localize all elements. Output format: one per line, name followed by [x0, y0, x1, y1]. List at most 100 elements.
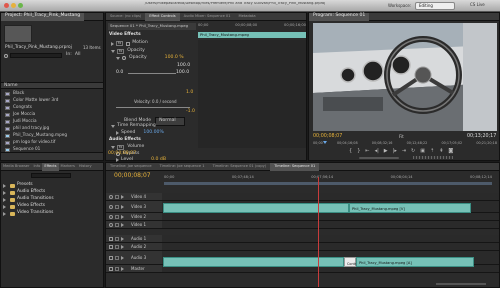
- name-column-header[interactable]: Name: [1, 82, 103, 89]
- lock-icon[interactable]: [115, 222, 119, 227]
- project-list-item[interactable]: phil and tracy.jpg: [1, 125, 103, 132]
- ec-opacity-row[interactable]: fx Opacity: [111, 49, 145, 55]
- speed-value[interactable]: 100.00%: [143, 130, 163, 136]
- tab-program[interactable]: Program: Sequence 01: [309, 12, 370, 21]
- expand-arrow-icon[interactable]: [3, 204, 6, 209]
- timeline-zoom-slider[interactable]: [436, 283, 486, 285]
- eye-icon[interactable]: [109, 222, 113, 227]
- expand-arrow-icon[interactable]: [3, 183, 6, 188]
- blend-mode-select[interactable]: Normal: [155, 117, 186, 126]
- audio-clip-a3-left[interactable]: [163, 257, 344, 267]
- tab-effect-controls[interactable]: Effect Controls: [145, 12, 180, 21]
- extract-icon[interactable]: ⇞: [439, 149, 443, 154]
- tab-timeline-sequence-01[interactable]: Timeline: Sequence 01: [270, 162, 320, 171]
- go-to-in-icon[interactable]: ⇤: [365, 149, 369, 154]
- go-to-out-icon[interactable]: ⇥: [402, 149, 406, 154]
- loop-icon[interactable]: ↻: [411, 149, 415, 154]
- eye-icon[interactable]: [109, 204, 113, 209]
- track-header[interactable]: Audio 1: [106, 235, 162, 242]
- play-icon[interactable]: ▶: [384, 149, 388, 154]
- expand-arrow-icon[interactable]: [121, 244, 124, 249]
- lock-icon[interactable]: [115, 204, 119, 209]
- tab-timeline-joe[interactable]: Timeline: Joe sequence: [106, 163, 156, 171]
- project-list-item[interactable]: Phil_Tracy_Mustang.mpeg: [1, 132, 103, 139]
- track-header[interactable]: Audio 3: [106, 251, 162, 264]
- project-list-item[interactable]: Black: [1, 90, 103, 97]
- step-back-icon[interactable]: ◂|: [375, 149, 379, 154]
- in-filter-select[interactable]: All: [75, 53, 81, 58]
- effects-folder[interactable]: Video Transitions: [3, 210, 103, 217]
- cs-live-button[interactable]: CS Live: [470, 3, 485, 7]
- expand-arrow-icon[interactable]: [111, 50, 115, 54]
- expand-arrow-icon[interactable]: [3, 211, 6, 216]
- track-lane[interactable]: [162, 243, 499, 250]
- project-list-item[interactable]: Color Matte lower 3rd: [1, 97, 103, 104]
- minimize-window-button[interactable]: [11, 3, 16, 8]
- ec-motion-row[interactable]: fx Motion: [111, 41, 148, 47]
- lock-icon[interactable]: [115, 266, 119, 271]
- speaker-icon[interactable]: [109, 255, 113, 260]
- expand-arrow-icon[interactable]: [121, 194, 124, 199]
- playhead-line[interactable]: [318, 177, 319, 287]
- expand-arrow-icon[interactable]: [121, 204, 124, 209]
- program-timecode-left[interactable]: 00;00;08;07: [313, 134, 342, 140]
- audio-clip-a3-pre[interactable]: Contr: [344, 257, 356, 267]
- tab-effects[interactable]: Effects: [42, 162, 59, 171]
- track-header[interactable]: Audio 2: [106, 243, 162, 250]
- effects-search-input[interactable]: [31, 173, 71, 178]
- close-window-button[interactable]: [4, 3, 9, 8]
- tab-info[interactable]: Info: [32, 163, 43, 171]
- lock-icon[interactable]: [115, 194, 119, 199]
- track-lane[interactable]: [162, 193, 499, 200]
- project-list-item[interactable]: pm logo for video.tif: [1, 139, 103, 146]
- project-search-input[interactable]: [10, 53, 62, 58]
- expand-arrow-icon[interactable]: [111, 146, 115, 150]
- expand-arrow-icon[interactable]: [121, 266, 124, 271]
- mark-out-button[interactable]: }: [357, 149, 360, 154]
- fx-badge-icon[interactable]: fx: [117, 49, 125, 55]
- fx-badge-icon[interactable]: fx: [117, 145, 125, 151]
- lock-icon[interactable]: [115, 244, 119, 249]
- timeline-timecode[interactable]: 00;00;08;07: [114, 173, 151, 179]
- expand-arrow-icon[interactable]: [116, 56, 120, 60]
- shuttle-slider[interactable]: [359, 156, 399, 159]
- speaker-icon[interactable]: [109, 244, 113, 249]
- track-lane[interactable]: [162, 213, 499, 220]
- tab-project[interactable]: Project: Phil_Tracy_Pink_Mustang: [1, 12, 85, 21]
- jog-wheel[interactable]: [413, 156, 453, 159]
- tab-markers[interactable]: Markers: [59, 163, 77, 171]
- ec-timecode[interactable]: 00;00;08;07: [108, 151, 136, 157]
- lock-icon[interactable]: [115, 214, 119, 219]
- expand-arrow-icon[interactable]: [111, 124, 115, 128]
- audio-clip-a3[interactable]: Phil_Tracy_Mustang.mpeg [A]: [356, 257, 474, 267]
- speaker-icon[interactable]: [109, 236, 113, 241]
- expand-arrow-icon[interactable]: [121, 214, 124, 219]
- tab-history[interactable]: History: [77, 163, 94, 171]
- fx-badge-icon[interactable]: fx: [116, 41, 124, 47]
- track-header[interactable]: Video 3: [106, 201, 162, 212]
- tab-timeline-copy[interactable]: Timeline: Sequence 01 (copy): [209, 163, 271, 171]
- effects-folder[interactable]: Presets: [3, 182, 103, 189]
- lock-icon[interactable]: [115, 255, 119, 260]
- expand-arrow-icon[interactable]: [121, 255, 124, 260]
- track-lane[interactable]: [162, 235, 499, 242]
- tab-audio-mixer[interactable]: Audio Mixer: Sequence 01: [180, 13, 235, 21]
- effects-folder[interactable]: Audio Transitions: [3, 196, 103, 203]
- project-list-item[interactable]: Joe Moccia: [1, 111, 103, 118]
- effects-folder[interactable]: Audio Effects: [3, 189, 103, 196]
- project-list-item[interactable]: Judi Moccia: [1, 118, 103, 125]
- safe-margins-icon[interactable]: ▣: [420, 149, 425, 154]
- expand-arrow-icon[interactable]: [3, 190, 6, 195]
- opacity-value[interactable]: 100.0 %: [165, 55, 184, 61]
- volume-row[interactable]: fx Volume: [111, 145, 144, 151]
- step-forward-icon[interactable]: |▸: [393, 149, 397, 154]
- program-fit-select[interactable]: Fit: [399, 135, 404, 139]
- zoom-window-button[interactable]: [18, 3, 23, 8]
- export-frame-icon[interactable]: ◙: [448, 149, 453, 154]
- work-area-bar[interactable]: [164, 182, 492, 185]
- video-clip-v3-tail[interactable]: Phil_Tracy_Mustang.mpeg [V]: [349, 203, 471, 213]
- workspace-select[interactable]: Editing: [415, 2, 455, 10]
- eye-icon[interactable]: [109, 194, 113, 199]
- tab-media-browser[interactable]: Media Browser: [1, 163, 32, 171]
- effects-folder[interactable]: Video Effects: [3, 203, 103, 210]
